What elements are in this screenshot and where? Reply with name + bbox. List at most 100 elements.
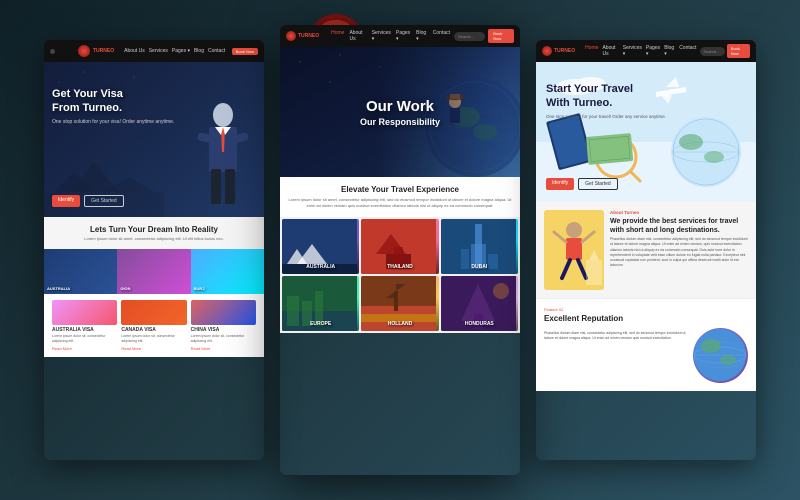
center-panel: TURNEO Home About Us Services ▾ Pages ▾ …: [280, 25, 520, 475]
left-book-button[interactable]: Book Now: [232, 48, 258, 55]
australia-visa-name: AUSTRALIA VISA: [52, 327, 117, 333]
left-hero-headline: Get Your Visa From Turneo.: [52, 87, 174, 116]
left-nav-links: About Us Services Pages ▾ Blog Contact: [124, 48, 225, 54]
left-getstarted-button[interactable]: Get Started: [84, 195, 124, 207]
center-nav-about[interactable]: About Us: [349, 30, 366, 42]
left-nav: TURNEO About Us Services Pages ▾ Blog Co…: [44, 40, 264, 62]
center-search-input[interactable]: Search...: [458, 34, 474, 39]
holland-label: HOLLAND: [361, 321, 438, 327]
man-figure: [191, 97, 256, 217]
left-section-subtitle: Lorem ipsum dolor sit amet, consectetur …: [52, 236, 256, 241]
center-hero-title: Our Work Our Responsibility: [360, 97, 440, 127]
center-logo-icon: [286, 31, 296, 41]
center-hero-subtitle: Our Responsibility: [360, 117, 440, 127]
canada-visa-img: [121, 300, 186, 325]
dest-australia[interactable]: AUSTRALIA: [282, 219, 359, 274]
center-nav-home[interactable]: Home: [331, 30, 344, 42]
left-section-title: Lets Turn Your Dream Into Reality Lorem …: [44, 217, 264, 249]
dot1: [50, 49, 55, 54]
right-hero-text: Start Your Travel With Turneo. One stop …: [546, 82, 666, 120]
sydney-label: AUSTRALIA: [47, 286, 70, 291]
visa-item-australia: AUSTRALIA VISA Lorem ipsum dolor sit, co…: [52, 300, 117, 351]
canada-visa-readmore[interactable]: Read More: [121, 346, 186, 351]
right-nav: TURNEO Home About Us Services ▾ Pages ▾ …: [536, 40, 756, 62]
center-logo-text: TURNEO: [298, 33, 319, 39]
right-nav-links: Home About Us Services ▾ Pages ▾ Blog ▾ …: [585, 45, 696, 57]
right-nav-services[interactable]: Services ▾: [623, 45, 642, 57]
right-reputation-section: Feature 02 Excellent Reputation Phasellu…: [536, 298, 756, 391]
dest-thailand[interactable]: THAILAND: [361, 219, 438, 274]
center-nav-contact[interactable]: Contact: [433, 30, 450, 42]
australia-visa-img: [52, 300, 117, 325]
left-visa-grid: AUSTRALIA VISA Lorem ipsum dolor sit, co…: [52, 300, 256, 351]
left-identify-button[interactable]: Identify: [52, 195, 80, 207]
left-logo-text: TURNEO: [93, 48, 114, 54]
gion-label: GION: [120, 286, 130, 291]
center-nav-blog[interactable]: Blog ▾: [416, 30, 428, 42]
center-book-button[interactable]: Book Now: [488, 29, 514, 43]
left-section-heading: Lets Turn Your Dream Into Reality: [52, 225, 256, 234]
right-nav-pages[interactable]: Pages ▾: [646, 45, 660, 57]
canada-visa-name: CANADA VISA: [121, 327, 186, 333]
right-rep-tag: Feature 02: [544, 307, 748, 312]
right-rep-content: Phasellus dictum diam nisl, consectetur …: [544, 328, 748, 383]
right-rep-text: Phasellus dictum diam nisl, consectetur …: [544, 328, 687, 342]
right-panel: TURNEO Home About Us Services ▾ Pages ▾ …: [536, 40, 756, 460]
right-nav-contact[interactable]: Contact: [679, 45, 696, 57]
nav-link-blog[interactable]: Blog: [194, 48, 204, 54]
honduras-label: HONDURAS: [441, 321, 518, 327]
center-elevate-text: Lorem ipsum dolor sit amet, consectetur …: [288, 197, 512, 209]
right-nav-blog[interactable]: Blog ▾: [664, 45, 675, 57]
right-identify-button[interactable]: Identify: [546, 178, 574, 190]
china-visa-readmore[interactable]: Read More: [191, 346, 256, 351]
australia-visa-readmore[interactable]: Read More: [52, 346, 117, 351]
right-hero-headline: Start Your Travel With Turneo.: [546, 82, 666, 111]
right-getstarted-button[interactable]: Get Started: [578, 178, 618, 190]
grid-item-sydney: AUSTRALIA: [44, 249, 117, 294]
right-search[interactable]: Search...: [703, 49, 719, 54]
center-nav: TURNEO Home About Us Services ▾ Pages ▾ …: [280, 25, 520, 47]
left-visa-section: AUSTRALIA VISA Lorem ipsum dolor sit, co…: [44, 294, 264, 357]
grid-item-gion: GION: [117, 249, 190, 294]
panels-container: TURNEO About Us Services Pages ▾ Blog Co…: [0, 0, 800, 500]
australia-label: AUSTRALIA: [282, 264, 359, 270]
right-book-button[interactable]: Book Now: [727, 44, 750, 58]
right-about-img: [544, 210, 604, 290]
dest-honduras[interactable]: HONDURAS: [441, 276, 518, 331]
right-nav-about[interactable]: About Us: [602, 45, 618, 57]
right-hero-buttons: Identify Get Started: [546, 178, 618, 190]
dest-europe[interactable]: EUROPE: [282, 276, 359, 331]
right-logo-text: TURNEO: [554, 48, 575, 54]
nav-link-services[interactable]: Services: [149, 48, 168, 54]
nav-dots: [50, 46, 68, 56]
right-rep-globe: [693, 328, 748, 383]
left-logo: TURNEO: [78, 45, 114, 57]
right-about-desc: Phasellus dictum diam nisl, consectetur …: [610, 237, 748, 269]
grid-item-burj: BURJ: [191, 249, 264, 294]
dest-holland[interactable]: HOLLAND: [361, 276, 438, 331]
right-logo: TURNEO: [542, 46, 575, 56]
dubai-label: DUBAI: [441, 264, 518, 270]
right-hero: Start Your Travel With Turneo. One stop …: [536, 62, 756, 202]
nav-link-pages[interactable]: Pages ▾: [172, 48, 190, 54]
canada-visa-desc: Lorem ipsum dolor sit, consectetur adipi…: [121, 334, 186, 344]
center-nav-services[interactable]: Services ▾: [372, 30, 391, 42]
right-about-text: About Turneo We provide the best service…: [610, 210, 748, 290]
visa-item-canada: CANADA VISA Lorem ipsum dolor sit, conse…: [121, 300, 186, 351]
dest-dubai[interactable]: DUBAI: [441, 219, 518, 274]
australia-visa-desc: Lorem ipsum dolor sit, consectetur adipi…: [52, 334, 117, 344]
nav-link-contact[interactable]: Contact: [208, 48, 225, 54]
right-logo-icon: [542, 46, 552, 56]
left-image-grid: AUSTRALIA GION BURJ: [44, 249, 264, 294]
china-visa-img: [191, 300, 256, 325]
right-nav-home[interactable]: Home: [585, 45, 598, 57]
nav-link-about[interactable]: About Us: [124, 48, 145, 54]
right-about-tag: About Turneo: [610, 210, 748, 215]
left-logo-icon: [78, 45, 90, 57]
center-nav-pages[interactable]: Pages ▾: [396, 30, 411, 42]
center-hero-headline: Our Work: [360, 97, 440, 117]
left-hero-subtext: One stop solution for your visa! Order a…: [52, 119, 174, 126]
right-about-section: About Turneo We provide the best service…: [536, 202, 756, 298]
china-visa-desc: Lorem ipsum dolor sit, consectetur adipi…: [191, 334, 256, 344]
center-hero: Our Work Our Responsibility: [280, 47, 520, 177]
